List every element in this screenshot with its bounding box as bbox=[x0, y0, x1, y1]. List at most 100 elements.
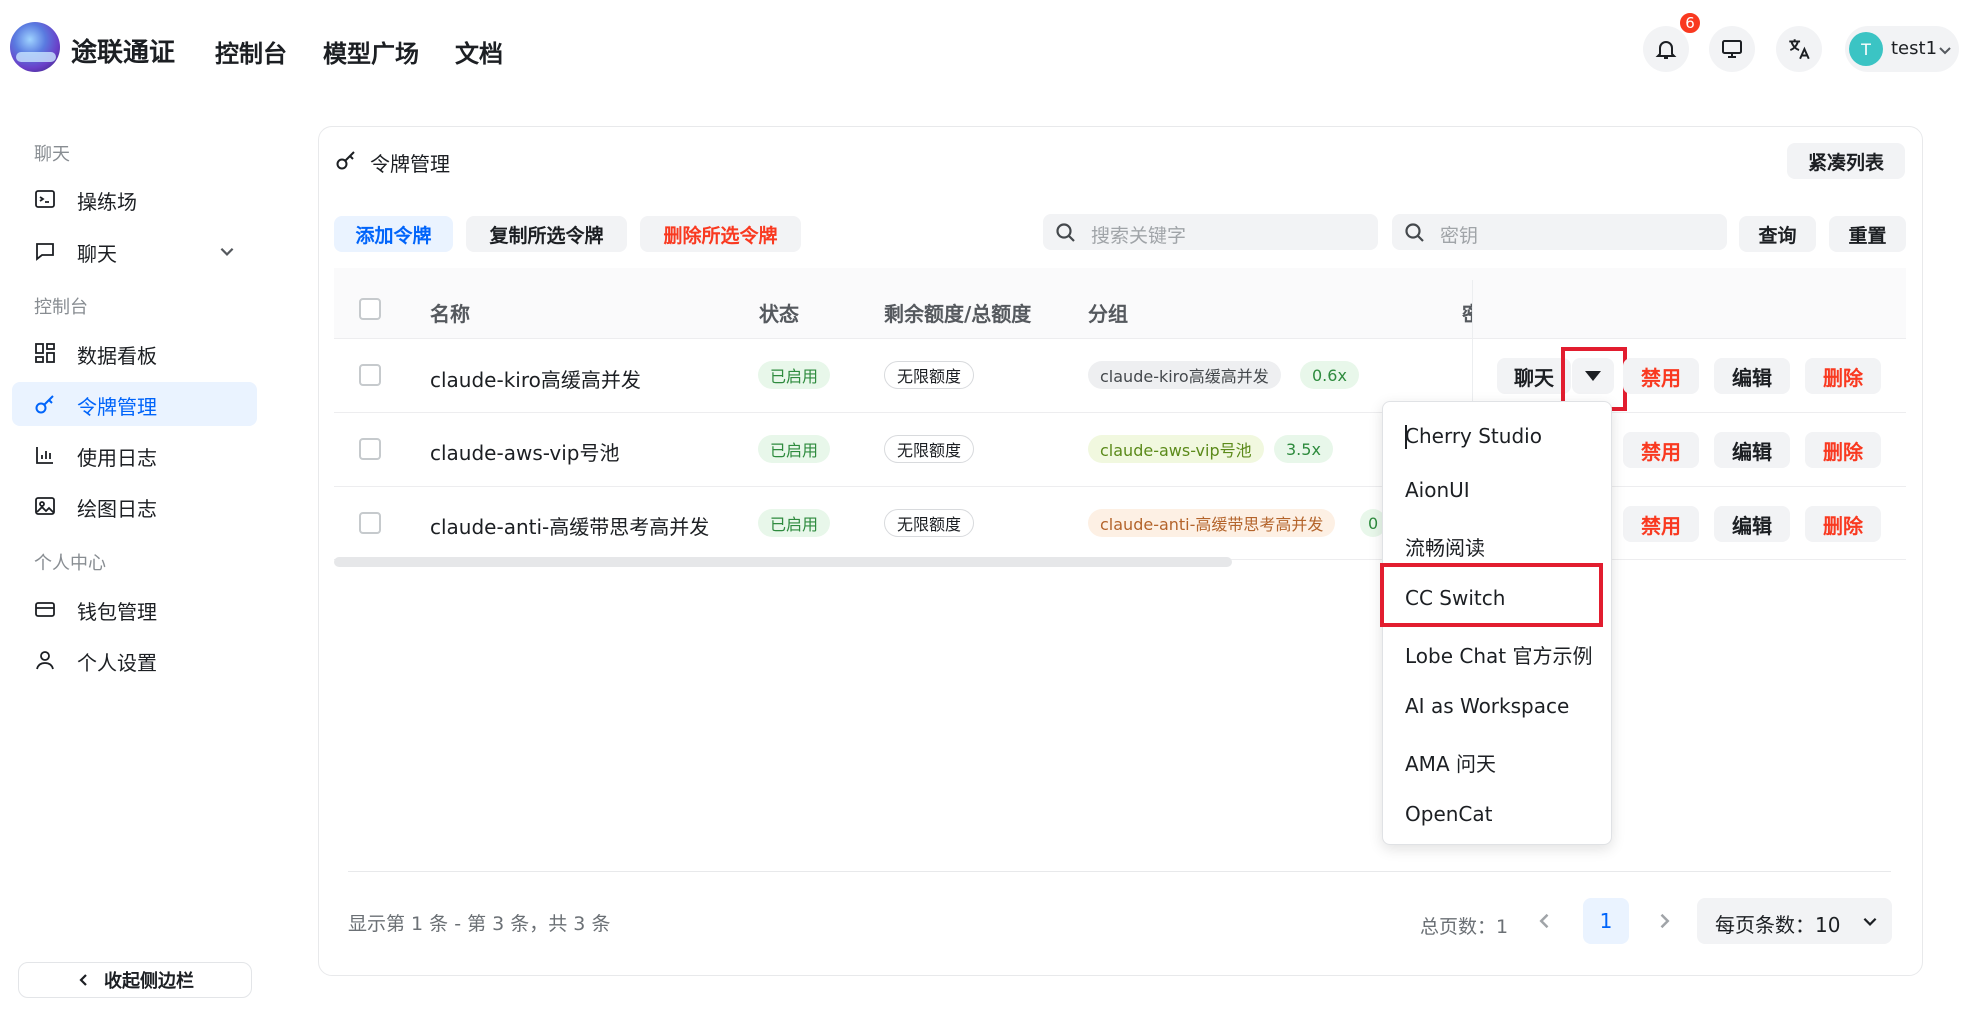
chat-bubble-icon bbox=[36, 243, 54, 261]
sidebar-item-settings[interactable]: 个人设置 bbox=[12, 638, 257, 682]
row-checkbox[interactable] bbox=[359, 364, 381, 386]
delete-button[interactable]: 删除 bbox=[1805, 358, 1881, 394]
col-status: 状态 bbox=[759, 302, 799, 326]
col-key: 密 bbox=[1462, 298, 1472, 327]
status-badge: 已启用 bbox=[758, 435, 831, 463]
menu-item-aionui[interactable]: AionUI bbox=[1405, 478, 1470, 502]
menu-item-fluent-read[interactable]: 流畅阅读 bbox=[1405, 532, 1485, 561]
row-checkbox[interactable] bbox=[359, 438, 381, 460]
group-tag: claude-kiro高缓高并发 bbox=[1088, 361, 1281, 389]
page-1-button[interactable]: 1 bbox=[1583, 898, 1629, 944]
chevron-down-icon[interactable] bbox=[218, 242, 236, 260]
display-button[interactable] bbox=[1709, 26, 1755, 72]
token-name: claude-kiro高缓高并发 bbox=[430, 368, 641, 392]
nav-docs[interactable]: 文档 bbox=[455, 34, 503, 69]
divider bbox=[334, 412, 1906, 413]
disable-button[interactable]: 禁用 bbox=[1623, 506, 1699, 542]
language-button[interactable] bbox=[1776, 26, 1822, 72]
disable-button[interactable]: 禁用 bbox=[1623, 432, 1699, 468]
brand-logo[interactable] bbox=[10, 22, 60, 72]
bar-chart-icon bbox=[36, 447, 53, 464]
chevron-left-icon bbox=[79, 974, 87, 986]
sidebar-section-console: 控制台 bbox=[34, 297, 88, 318]
user-menu[interactable]: T test1 bbox=[1845, 26, 1959, 72]
sidebar-item-label: 数据看板 bbox=[77, 344, 157, 368]
divider bbox=[334, 486, 1906, 487]
key-search-input[interactable]: 密钥 bbox=[1392, 214, 1727, 250]
add-token-button[interactable]: 添加令牌 bbox=[334, 216, 453, 252]
edit-button[interactable]: 编辑 bbox=[1714, 358, 1790, 394]
sidebar-item-label: 个人设置 bbox=[77, 651, 157, 675]
sidebar-item-usage-log[interactable]: 使用日志 bbox=[12, 433, 257, 477]
search-icon bbox=[1056, 223, 1075, 242]
sidebar-item-tokens[interactable]: 令牌管理 bbox=[12, 382, 257, 426]
sidebar-item-label: 钱包管理 bbox=[77, 600, 157, 624]
chevron-left-icon[interactable] bbox=[1535, 911, 1555, 931]
divider bbox=[334, 338, 1906, 339]
chevron-down-icon bbox=[1863, 917, 1877, 926]
status-badge: 已启用 bbox=[758, 509, 831, 537]
group-tag: claude-anti-高缓带思考高并发 bbox=[1088, 509, 1336, 537]
menu-item-ai-as-workspace[interactable]: AI as Workspace bbox=[1405, 694, 1569, 718]
sidebar-section-personal: 个人中心 bbox=[34, 553, 106, 574]
page-title: 令牌管理 bbox=[370, 152, 450, 176]
nav-console[interactable]: 控制台 bbox=[215, 34, 287, 69]
disable-button[interactable]: 禁用 bbox=[1623, 358, 1699, 394]
token-management-card bbox=[318, 126, 1923, 976]
keyword-search-input[interactable]: 搜索关键字 bbox=[1043, 214, 1378, 250]
edit-button[interactable]: 编辑 bbox=[1714, 506, 1790, 542]
sidebar-item-label: 绘图日志 bbox=[77, 497, 157, 521]
sidebar-section-chat: 聊天 bbox=[34, 144, 70, 165]
highlight-box bbox=[1380, 563, 1603, 627]
sidebar-item-wallet[interactable]: 钱包管理 bbox=[12, 587, 257, 631]
row-checkbox[interactable] bbox=[359, 512, 381, 534]
menu-item-lobe-chat[interactable]: Lobe Chat 官方示例 bbox=[1405, 640, 1592, 669]
group-tag: claude-aws-vip号池 bbox=[1088, 435, 1264, 463]
quota-badge: 无限额度 bbox=[884, 435, 975, 463]
collapse-label: 收起侧边栏 bbox=[104, 971, 194, 992]
select-all-checkbox[interactable] bbox=[359, 298, 381, 320]
top-header: 途联通证 控制台 模型广场 文档 6 T test1 bbox=[0, 0, 1971, 100]
search-icon bbox=[1405, 223, 1424, 242]
copy-selected-button[interactable]: 复制所选令牌 bbox=[466, 216, 627, 252]
ratio-tag: 0.6x bbox=[1300, 361, 1359, 389]
reset-button[interactable]: 重置 bbox=[1829, 216, 1906, 252]
page-size-label: 每页条数：10 bbox=[1715, 913, 1841, 937]
total-pages: 总页数：1 bbox=[1420, 916, 1509, 938]
credit-card-icon bbox=[35, 602, 55, 617]
delete-button[interactable]: 删除 bbox=[1805, 506, 1881, 542]
page-size-select[interactable]: 每页条数：10 bbox=[1697, 898, 1892, 944]
sidebar-item-playground[interactable]: 操练场 bbox=[12, 177, 257, 221]
menu-item-cherry-studio[interactable]: Cherry Studio bbox=[1405, 424, 1542, 448]
status-badge: 已启用 bbox=[758, 361, 831, 389]
user-icon bbox=[36, 651, 54, 670]
compact-list-button[interactable]: 紧凑列表 bbox=[1787, 143, 1905, 179]
sidebar-item-label: 使用日志 bbox=[77, 446, 157, 470]
nav-model-square[interactable]: 模型广场 bbox=[323, 34, 419, 69]
delete-selected-button[interactable]: 删除所选令牌 bbox=[640, 216, 801, 252]
chevron-right-icon[interactable] bbox=[1654, 911, 1674, 931]
quota-badge: 无限额度 bbox=[884, 361, 975, 389]
menu-item-ama[interactable]: AMA 问天 bbox=[1405, 748, 1496, 777]
collapse-sidebar-button[interactable]: 收起侧边栏 bbox=[18, 962, 252, 998]
sidebar-item-draw-log[interactable]: 绘图日志 bbox=[12, 484, 257, 528]
query-button[interactable]: 查询 bbox=[1739, 216, 1816, 252]
ratio-tag: 3.5x bbox=[1274, 435, 1333, 463]
key-icon bbox=[35, 395, 54, 414]
sidebar-item-dashboard[interactable]: 数据看板 bbox=[12, 331, 257, 375]
key-icon bbox=[336, 151, 355, 170]
horizontal-scrollbar[interactable] bbox=[334, 557, 1232, 567]
bell-icon bbox=[1655, 41, 1677, 59]
chat-button[interactable]: 聊天 bbox=[1497, 358, 1571, 394]
notification-button[interactable] bbox=[1643, 26, 1689, 72]
menu-item-opencat[interactable]: OpenCat bbox=[1405, 802, 1492, 826]
sidebar-item-label: 令牌管理 bbox=[77, 395, 157, 419]
sidebar-item-label: 操练场 bbox=[77, 190, 137, 214]
username: test1 bbox=[1891, 38, 1938, 59]
sidebar-item-chat[interactable]: 聊天 bbox=[12, 229, 257, 273]
brand-name[interactable]: 途联通证 bbox=[71, 32, 175, 69]
delete-button[interactable]: 删除 bbox=[1805, 432, 1881, 468]
token-name: claude-anti-高缓带思考高并发 bbox=[430, 515, 710, 539]
edit-button[interactable]: 编辑 bbox=[1714, 432, 1790, 468]
sidebar-item-label: 聊天 bbox=[77, 242, 117, 266]
